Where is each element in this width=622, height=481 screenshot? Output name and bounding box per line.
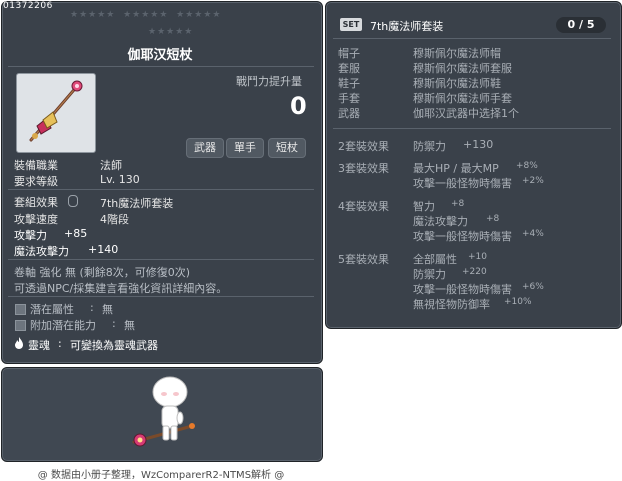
potential-label: 潛在屬性 [30, 303, 74, 316]
set-piece-name: 穆斯佩尔魔法师鞋 [413, 77, 501, 90]
set-effect-stat: 攻擊一般怪物時傷害 [413, 283, 512, 296]
set-effect-value: +130 [463, 138, 494, 151]
set-effect-stat: 攻擊一般怪物時傷害 [413, 230, 512, 243]
set-effect-value: +10% [504, 297, 532, 307]
set-effect-stat: 防禦力 [413, 268, 446, 281]
set-effect-value: +2% [522, 176, 544, 186]
set-effect-value: +8 [486, 214, 500, 224]
item-id: 01372206 [3, 1, 53, 11]
character-avatar [132, 376, 195, 447]
set-piece-slot: 手套 [338, 92, 360, 105]
divider [8, 66, 314, 67]
divider [8, 259, 314, 260]
attack-speed-value: 4階段 [100, 213, 129, 226]
set-link-icon [68, 195, 78, 207]
additional-potential-separator: : [112, 317, 116, 330]
set-effect-tier-label: 2套裝效果 [338, 140, 389, 153]
set-effect-value: +8% [516, 161, 538, 171]
potential-value: 無 [102, 303, 113, 316]
divider [333, 128, 611, 129]
attack-label: 攻擊力 [14, 229, 47, 242]
scroll-upgrade-info: 卷軸 強化 無 (剩餘8次，可修復0次) [14, 266, 191, 279]
divider [333, 38, 611, 39]
set-effect-tier-label: 3套裝效果 [338, 162, 389, 175]
set-piece-slot: 套服 [338, 62, 360, 75]
set-effect-value: 7th魔法师套装 [100, 197, 174, 210]
level-value: Lv. 130 [100, 173, 140, 186]
set-piece-slot: 鞋子 [338, 77, 360, 90]
job-value: 法師 [100, 159, 122, 172]
power-increase-label: 戰鬥力提升量 [236, 75, 302, 88]
tag-one-handed: 單手 [226, 138, 264, 158]
power-increase-value: 0 [290, 92, 307, 120]
soul-separator: : [58, 337, 62, 350]
staff-icon [29, 80, 83, 142]
star-force-row-2: ★★★★★ [148, 27, 194, 37]
tag-short-staff: 短杖 [268, 138, 306, 158]
level-label: 要求等級 [14, 175, 58, 188]
set-effect-stat: 魔法攻擊力 [413, 215, 468, 228]
soul-label: 靈魂 [28, 339, 50, 352]
set-piece-slot: 帽子 [338, 47, 360, 60]
set-piece-slot: 武器 [338, 107, 360, 120]
set-effect-stat: 防禦力 [413, 140, 446, 153]
attack-value: +85 [64, 227, 88, 240]
item-icon-frame [16, 73, 96, 153]
set-effect-value: +220 [462, 267, 487, 277]
set-effect-tier-label: 5套裝效果 [338, 253, 389, 266]
divider [8, 296, 314, 297]
item-title: 伽耶汉短杖 [127, 48, 193, 63]
set-effect-value: +10 [468, 252, 487, 262]
divider [8, 189, 314, 190]
tag-weapon: 武器 [186, 138, 224, 158]
magic-attack-value: +140 [88, 243, 119, 256]
set-effect-value: +8 [451, 199, 465, 209]
set-piece-name: 穆斯佩尔魔法师套服 [413, 62, 512, 75]
soul-value: 可變換為靈魂武器 [70, 339, 158, 352]
footer-credit: @ 数据由小册子整理，WzComparerR2-NTMS解析 @ [37, 470, 285, 481]
set-effect-value: +6% [522, 282, 544, 292]
set-effect-tier-label: 4套裝效果 [338, 200, 389, 213]
scroll-upgrade-note: 可透過NPC/採集建言看強化資訊詳細內容。 [14, 282, 228, 295]
set-effect-value: +4% [522, 229, 544, 239]
set-piece-count: 0 / 5 [556, 17, 606, 33]
additional-potential-label: 附加潛在能力 [30, 319, 96, 332]
set-badge: SET [340, 18, 362, 31]
set-effect-label: 套組效果 [14, 196, 58, 209]
set-effect-stat: 無視怪物防御率 [413, 298, 490, 311]
set-piece-name: 伽耶汉武器中选择1个 [413, 107, 519, 120]
star-force-row-1: ★★★★★ ★★★★★ ★★★★★ [70, 10, 222, 20]
attack-speed-label: 攻擊速度 [14, 213, 58, 226]
job-label: 裝備職業 [14, 159, 58, 172]
set-effect-stat: 攻擊一般怪物時傷害 [413, 177, 512, 190]
additional-potential-checkbox-icon [15, 320, 26, 331]
set-title: 7th魔法师套装 [370, 20, 444, 33]
soul-flame-icon [15, 337, 23, 349]
set-piece-name: 穆斯佩尔魔法师手套 [413, 92, 512, 105]
set-piece-name: 穆斯佩尔魔法师帽 [413, 47, 501, 60]
additional-potential-value: 無 [124, 319, 135, 332]
set-effect-stat: 最大HP / 最大MP [413, 162, 499, 175]
potential-checkbox-icon [15, 304, 26, 315]
set-effect-stat: 智力 [413, 200, 435, 213]
potential-separator: : [90, 301, 94, 314]
set-effect-stat: 全部屬性 [413, 253, 457, 266]
magic-attack-label: 魔法攻擊力 [14, 245, 69, 258]
